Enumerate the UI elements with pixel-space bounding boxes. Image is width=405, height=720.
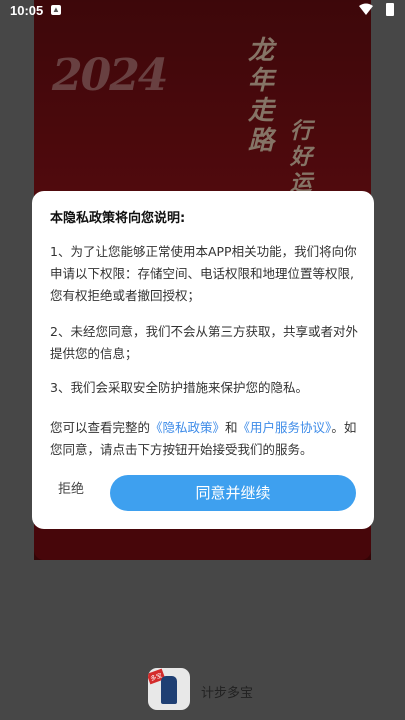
privacy-dialog: 本隐私政策将向您说明: 1、为了让您能够正常使用本APP相关功能，我们将向你申请… [32,191,374,529]
notification-app-icon: ▲ [51,5,61,15]
dialog-paragraph-2: 2、未经您同意，我们不会从第三方获取，共享或者对外提供您的信息； [50,324,358,361]
reject-button[interactable]: 拒绝 [58,478,84,497]
dialog-paragraph-3: 3、我们会采取安全防护措施来保护您的隐私。 [50,380,308,395]
status-bar: 10:05 ▲ [0,0,405,22]
app-logo: 多宝 [148,668,190,710]
app-name: 计步多宝 [201,686,254,701]
dialog-title: 本隐私政策将向您说明: [50,211,186,226]
para4-prefix: 您可以查看完整的 [50,420,151,435]
wifi-icon [359,3,373,15]
user-agreement-link[interactable]: 《用户服务协议》 [238,420,332,435]
dialog-paragraph-4: 您可以查看完整的《隐私政策》和《用户服务协议》。如您同意，请点击下方按钮开始接受… [50,417,362,461]
agree-continue-button[interactable]: 同意并继续 [110,475,356,511]
battery-icon [386,3,394,16]
para4-and: 和 [225,420,238,435]
privacy-policy-link[interactable]: 《隐私政策》 [150,420,225,435]
logo-figure-icon [161,676,177,704]
dialog-paragraph-1: 1、为了让您能够正常使用本APP相关功能，我们将向你申请以下权限：存储空间、电话… [50,244,357,303]
status-time: 10:05 [10,3,44,18]
app-footer: 多宝 计步多宝 [0,662,405,720]
status-icons [357,3,397,17]
